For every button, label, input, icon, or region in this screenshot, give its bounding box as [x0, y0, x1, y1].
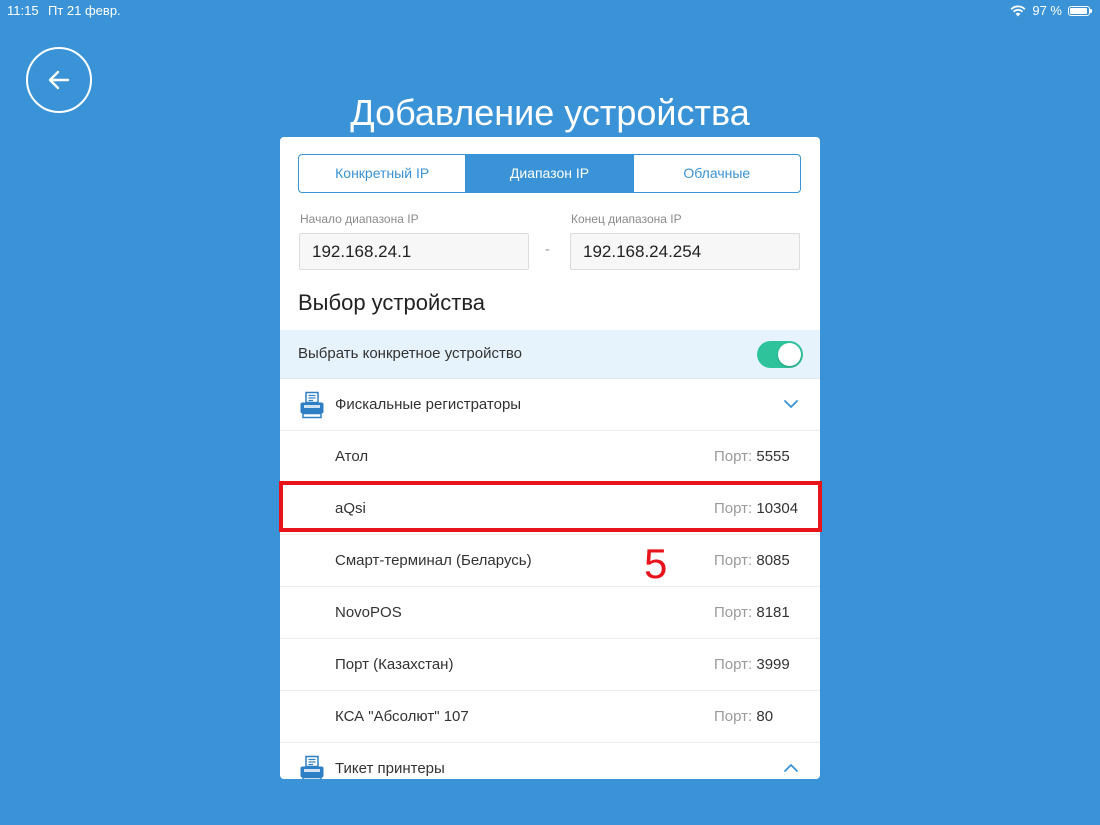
chevron-up-icon — [784, 764, 798, 772]
device-port: Порт: 80 — [714, 708, 774, 725]
group-ticket-printers[interactable]: Тикет принтеры — [280, 743, 820, 779]
device-port: Порт: 8085 — [714, 552, 790, 569]
arrow-left-icon — [48, 70, 70, 90]
battery-percentage: 97 % — [1032, 3, 1062, 18]
battery-icon — [1068, 6, 1092, 16]
device-port: Порт: 10304 — [714, 500, 799, 517]
specific-device-toggle[interactable] — [757, 341, 803, 368]
group-label: Фискальные регистраторы — [335, 396, 522, 413]
chevron-down-icon — [784, 400, 798, 408]
range-start-label: Начало диапазона IP — [300, 212, 419, 226]
receipt-printer-icon — [300, 391, 324, 419]
device-name: Смарт-терминал (Беларусь) — [335, 552, 532, 569]
device-port: Порт: 5555 — [714, 448, 790, 465]
device-name: Порт (Казахстан) — [335, 656, 454, 673]
connection-type-tabs: Конкретный IP Диапазон IP Облачные — [298, 154, 801, 193]
device-name: aQsi — [335, 500, 366, 517]
range-separator: - — [545, 241, 550, 258]
status-date: Пт 21 февр. — [48, 3, 121, 18]
tab-cloud[interactable]: Облачные — [634, 155, 800, 192]
device-row-novopos[interactable]: NovoPOS Порт: 8181 — [280, 587, 820, 639]
range-start-input[interactable] — [299, 233, 529, 270]
device-row-aqsi[interactable]: aQsi Порт: 10304 — [280, 483, 820, 535]
device-name: Атол — [335, 448, 369, 465]
range-end-label: Конец диапазона IP — [571, 212, 682, 226]
tab-ip-range[interactable]: Диапазон IP — [466, 155, 634, 192]
annotation-step-number: 5 — [644, 540, 668, 587]
page-title: Добавление устройства — [350, 92, 750, 134]
status-bar: 11:15 Пт 21 февр. 97 % — [0, 0, 1100, 22]
device-row-atol[interactable]: Атол Порт: 5555 — [280, 431, 820, 483]
specific-device-toggle-row: Выбрать конкретное устройство — [280, 330, 820, 379]
device-row-port-kazakhstan[interactable]: Порт (Казахстан) Порт: 3999 — [280, 639, 820, 691]
device-name: КСА "Абсолют" 107 — [335, 708, 469, 725]
device-row-smart-terminal[interactable]: Смарт-терминал (Беларусь) Порт: 8085 — [280, 535, 820, 587]
group-label: Тикет принтеры — [335, 760, 445, 777]
wifi-icon — [1010, 5, 1026, 17]
device-row-ksa-absolut[interactable]: КСА "Абсолют" 107 Порт: 80 — [280, 691, 820, 743]
toggle-knob — [778, 343, 801, 366]
device-name: NovoPOS — [335, 604, 402, 621]
specific-device-toggle-label: Выбрать конкретное устройство — [298, 345, 522, 362]
add-device-card: Конкретный IP Диапазон IP Облачные Начал… — [280, 137, 820, 779]
device-port: Порт: 8181 — [714, 604, 790, 621]
status-time: 11:15 — [7, 3, 39, 18]
receipt-printer-icon — [300, 755, 324, 779]
range-end-input[interactable] — [570, 233, 800, 270]
tab-specific-ip[interactable]: Конкретный IP — [299, 155, 467, 192]
device-port: Порт: 3999 — [714, 656, 790, 673]
device-selection-title: Выбор устройства — [298, 290, 486, 315]
status-indicators: 97 % — [1010, 0, 1092, 22]
group-fiscal-registrators[interactable]: Фискальные регистраторы — [280, 379, 820, 431]
